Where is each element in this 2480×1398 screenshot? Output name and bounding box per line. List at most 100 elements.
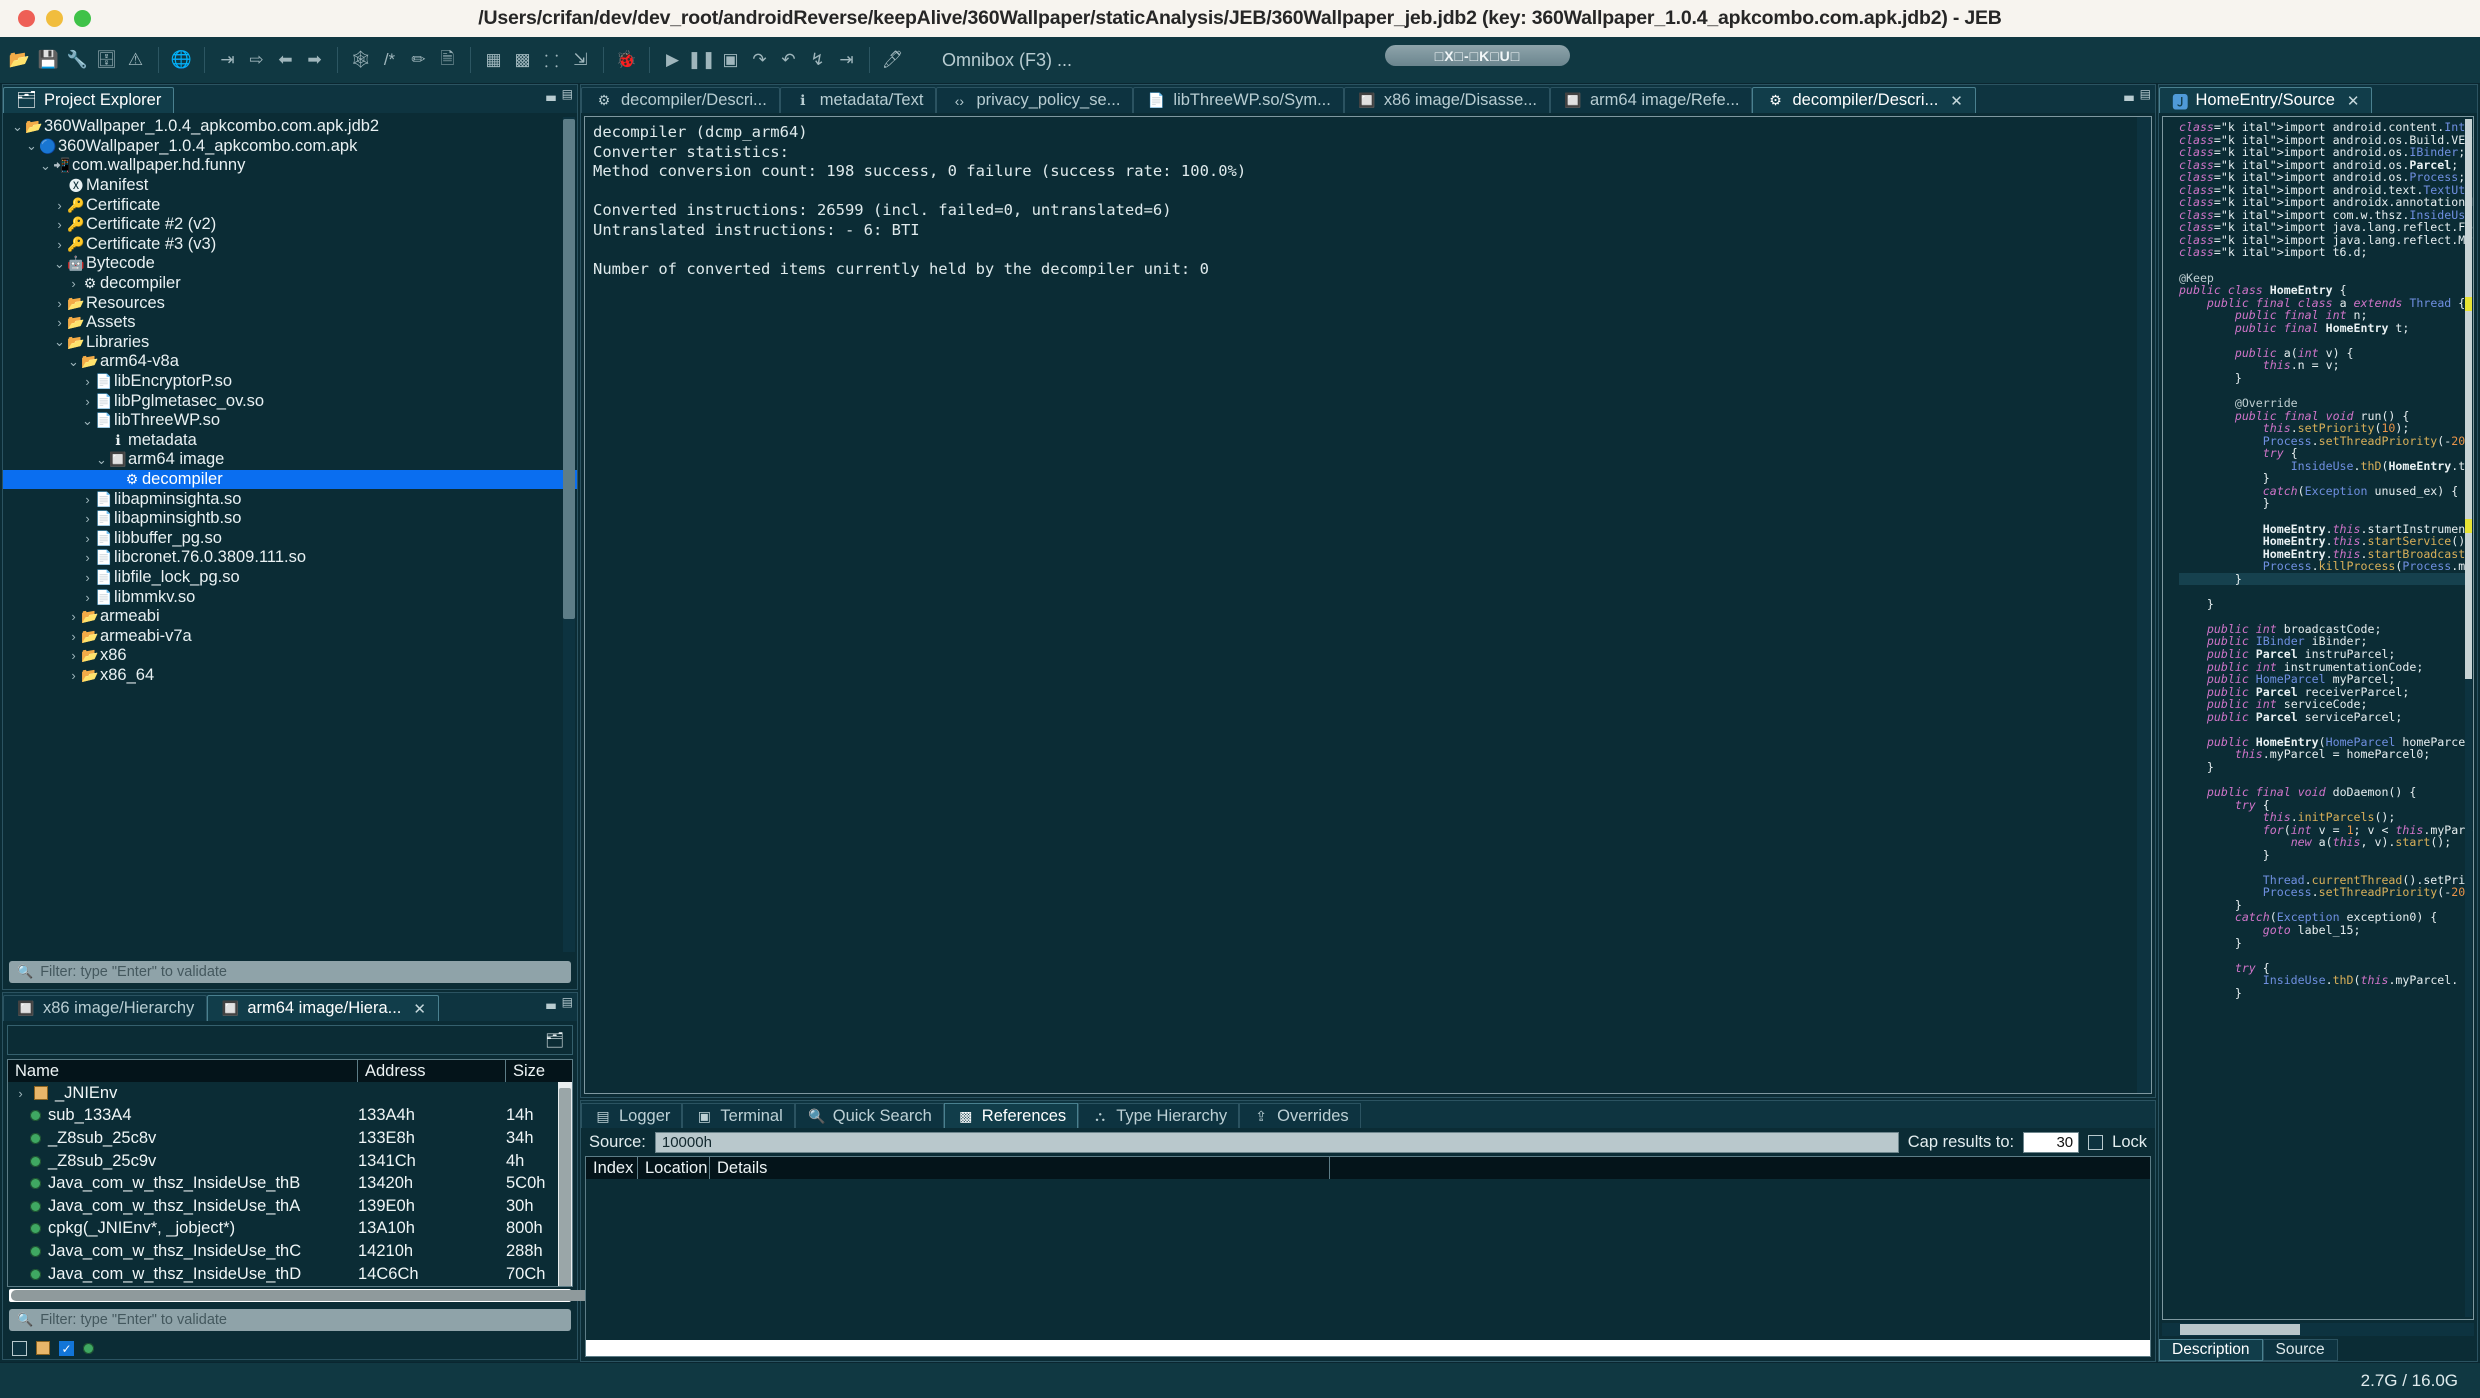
editor-tab[interactable]: ⚙ decompiler/Descri... ✕: [1752, 87, 1976, 113]
forward-arrow-icon[interactable]: ➡: [301, 45, 328, 75]
stop-icon[interactable]: ▣: [717, 45, 744, 75]
chevron-right-icon[interactable]: ›: [81, 492, 94, 507]
flow-graph-icon[interactable]: ⇲: [567, 45, 594, 75]
chevron-right-icon[interactable]: ›: [67, 648, 80, 663]
chevron-down-icon[interactable]: ⌄: [53, 334, 66, 350]
chevron-right-icon[interactable]: ›: [81, 590, 94, 605]
restore-panel-icon[interactable]: ▤: [562, 995, 573, 1009]
back-arrow-icon[interactable]: ⬅: [272, 45, 299, 75]
hierarchy-checkbox-2[interactable]: ✓: [59, 1340, 74, 1356]
chevron-right-icon[interactable]: ›: [81, 531, 94, 546]
tree-item[interactable]: › 📄 libfile_lock_pg.so: [3, 568, 577, 588]
grid-icon[interactable]: ▦: [480, 45, 507, 75]
tree-item[interactable]: › 📄 libmmkv.so: [3, 587, 577, 607]
globe-icon[interactable]: 🌐: [168, 45, 195, 75]
minimize-panel-icon[interactable]: ▃: [2124, 87, 2133, 101]
tree-item[interactable]: 🅧 Manifest: [3, 176, 577, 196]
tree-item[interactable]: ⌄ 🔲 arm64 image: [3, 450, 577, 470]
lock-checkbox[interactable]: [2088, 1134, 2104, 1150]
bottom-tab[interactable]: 🔍 Quick Search: [794, 1103, 944, 1128]
source-scroll-thumb[interactable]: [2465, 119, 2472, 679]
tree-item[interactable]: › 📂 Assets: [3, 313, 577, 333]
warning-icon[interactable]: ⚠: [122, 45, 149, 75]
project-tree[interactable]: ⌄ 📂 360Wallpaper_1.0.4_apkcombo.com.apk.jd…: [3, 113, 577, 956]
table-row[interactable]: _Z8sub_25c8v 133E8h 34h: [8, 1127, 572, 1150]
editor-tab[interactable]: ℹ metadata/Text: [779, 87, 937, 113]
tree-item[interactable]: ⚙ decompiler: [3, 469, 577, 490]
tree-item[interactable]: › 🔑 Certificate #3 (v3): [3, 235, 577, 255]
editor-tab[interactable]: 🔲 arm64 image/Refe...: [1550, 87, 1753, 113]
column-header-name[interactable]: Name: [8, 1060, 358, 1082]
table-row[interactable]: Java_com_w_thsz_InsideUse_thE15378h204h: [8, 1285, 572, 1286]
table-row[interactable]: Java_com_w_thsz_InsideUse_thD 14C6Ch 70Ch: [8, 1263, 572, 1286]
minimize-panel-icon[interactable]: ▃: [546, 87, 555, 101]
source-footer-button[interactable]: Source: [2262, 1339, 2338, 1361]
bottom-tab[interactable]: ⇪ Overrides: [1239, 1103, 1361, 1128]
wrench-icon[interactable]: 🔧: [64, 45, 91, 75]
tree-item[interactable]: › 🔑 Certificate #2 (v2): [3, 215, 577, 235]
column-header-size[interactable]: Size: [506, 1060, 566, 1082]
symbol-table-hscroll-thumb[interactable]: [11, 1290, 651, 1301]
hierarchy-tab[interactable]: 🔲 x86 image/Hierarchy: [3, 995, 208, 1021]
hierarchy-filter-input[interactable]: 🔍 Filter: type "Enter" to validate: [9, 1309, 571, 1331]
cap-results-input[interactable]: 30: [2023, 1131, 2080, 1153]
close-icon[interactable]: ✕: [1950, 92, 1963, 110]
tree-item[interactable]: › 📂 armeabi: [3, 607, 577, 627]
source-hscrollbar[interactable]: [2162, 1323, 2474, 1336]
debug-bug-icon[interactable]: 🐞: [613, 45, 640, 75]
symbol-table-body[interactable]: › _JNIEnv sub_133A4 133A4h 14h _Z8sub_25c8v 13…: [8, 1082, 572, 1286]
comment-icon[interactable]: /*: [376, 45, 403, 75]
source-code-view[interactable]: class="k ital">import android.content.In…: [2162, 116, 2474, 1320]
chevron-right-icon[interactable]: ›: [67, 668, 80, 683]
symbol-table-hscrollbar[interactable]: [9, 1289, 651, 1302]
source-hscroll-thumb[interactable]: [2180, 1324, 2300, 1335]
tree-item[interactable]: › 📄 libbuffer_pg.so: [3, 528, 577, 548]
chevron-right-icon[interactable]: ›: [53, 296, 66, 311]
chevron-right-icon[interactable]: ›: [53, 315, 66, 330]
chevron-right-icon[interactable]: ›: [14, 1086, 27, 1101]
chevron-down-icon[interactable]: ⌄: [25, 138, 38, 154]
call-graph-icon[interactable]: ⸬: [538, 45, 565, 75]
highlight-icon[interactable]: 🖊: [879, 45, 906, 75]
save-icon[interactable]: 💾: [35, 45, 62, 75]
editor-tab[interactable]: 📄 libThreeWP.so/Sym...: [1133, 87, 1344, 113]
table-row[interactable]: › _JNIEnv: [8, 1082, 572, 1105]
bottom-tab[interactable]: ▩ References: [943, 1103, 1079, 1128]
tree-item[interactable]: › 🔑 Certificate: [3, 195, 577, 215]
column-header-index[interactable]: Index: [586, 1157, 638, 1179]
tab-homeentry-source[interactable]: 🅹 HomeEntry/Source ✕: [2159, 87, 2373, 113]
tree-item[interactable]: ⌄ 📲 com.wallpaper.hd.funny: [3, 156, 577, 176]
step-out-icon[interactable]: ↯: [804, 45, 831, 75]
tree-item[interactable]: › 📄 libPglmetasec_ov.so: [3, 391, 577, 411]
tree-item[interactable]: ℹ metadata: [3, 431, 577, 451]
export-icon[interactable]: 🗎: [434, 45, 461, 75]
editor-tab[interactable]: ⚙ decompiler/Descri...: [581, 87, 780, 113]
table-row[interactable]: Java_com_w_thsz_InsideUse_thC 14210h 288h: [8, 1240, 572, 1263]
chevron-down-icon[interactable]: ⌄: [11, 119, 24, 135]
editor-tab[interactable]: 🔲 x86 image/Disasse...: [1343, 87, 1550, 113]
tree-item[interactable]: › 📄 libcronet.76.0.3809.111.so: [3, 548, 577, 568]
references-table[interactable]: Index Location Details: [585, 1156, 2151, 1357]
tree-item[interactable]: ⌄ 📂 arm64-v8a: [3, 352, 577, 372]
minimize-panel-icon[interactable]: ▃: [546, 995, 555, 1009]
goto-icon[interactable]: ⇥: [214, 45, 241, 75]
bottom-tab[interactable]: ⛬ Type Hierarchy: [1078, 1103, 1240, 1128]
chevron-right-icon[interactable]: ›: [81, 550, 94, 565]
references-table-hscrollbar[interactable]: [586, 1340, 2150, 1356]
chevron-right-icon[interactable]: ›: [81, 511, 94, 526]
chevron-right-icon[interactable]: ›: [53, 217, 66, 232]
toolbar-search-field[interactable]: □X□-□K□U□: [1385, 45, 1570, 66]
close-icon[interactable]: ✕: [2347, 92, 2360, 110]
tree-item[interactable]: › 📂 Resources: [3, 293, 577, 313]
pause-icon[interactable]: ❚❚: [687, 45, 716, 75]
step-return-icon[interactable]: ↶: [775, 45, 802, 75]
chevron-right-icon[interactable]: ›: [81, 374, 94, 389]
table-row[interactable]: Java_com_w_thsz_InsideUse_thB 13420h 5C0h: [8, 1172, 572, 1195]
table-row[interactable]: sub_133A4 133A4h 14h: [8, 1105, 572, 1128]
source-footer-button[interactable]: Description: [2159, 1339, 2263, 1361]
tree-item[interactable]: › 📄 libapminsighta.so: [3, 489, 577, 509]
chevron-right-icon[interactable]: ›: [81, 394, 94, 409]
run-to-icon[interactable]: ⇥: [833, 45, 860, 75]
chevron-down-icon[interactable]: ⌄: [67, 354, 80, 370]
rename-icon[interactable]: ✏: [405, 45, 432, 75]
